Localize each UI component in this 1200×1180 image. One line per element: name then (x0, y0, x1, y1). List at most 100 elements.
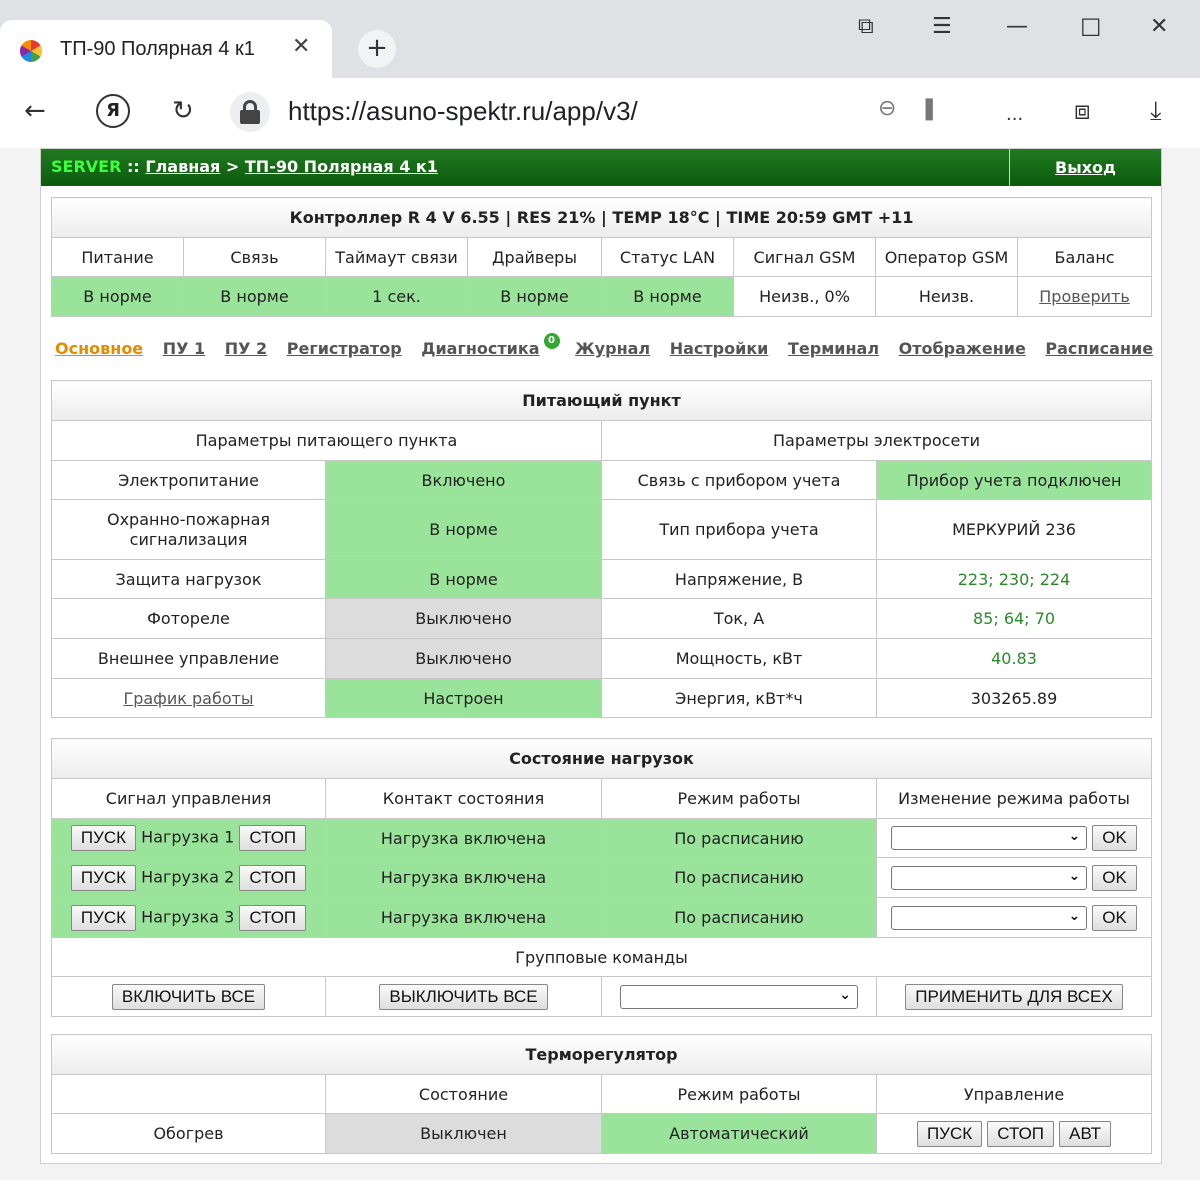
tab-diagnostics[interactable]: Диагностика (421, 339, 539, 358)
load-contact: Нагрузка включена (325, 818, 602, 858)
all-on-button[interactable]: ВКЛЮЧИТЬ ВСЕ (111, 983, 266, 1010)
tabs-collection-icon[interactable]: ⧉ (858, 14, 874, 39)
thermo-col-empty (51, 1074, 326, 1114)
gsm-signal-value: Неизв., 0% (733, 276, 876, 317)
col-gsm-signal: Сигнал GSM (733, 237, 876, 277)
back-arrow-icon[interactable]: ← (24, 96, 46, 126)
tab-title: ТП-90 Полярная 4 к1 (60, 38, 255, 60)
grid-param-label: Энергия, кВт*ч (601, 678, 877, 718)
load-mode: По расписанию (601, 857, 877, 898)
tab-display[interactable]: Отображение (899, 339, 1026, 358)
drivers-value: В норме (467, 276, 602, 317)
tab-schedule[interactable]: Расписание (1045, 339, 1153, 358)
timeout-value: 1 сек. (325, 276, 468, 317)
col-balance: Баланс (1016, 237, 1153, 277)
group-mode-select[interactable]: ⌄ (620, 984, 858, 1009)
grid-param-value: 40.83 (875, 638, 1153, 679)
col-link: Связь (183, 237, 326, 277)
download-icon[interactable]: ⤓ (1150, 96, 1162, 127)
tab-meter-2[interactable]: ПУ 2 (225, 339, 267, 358)
apply-all-button[interactable]: ПРИМЕНИТЬ ДЛЯ ВСЕХ (905, 983, 1123, 1010)
tab-journal[interactable]: Журнал (575, 339, 650, 358)
col-power: Питание (51, 237, 184, 277)
tab-recorder[interactable]: Регистратор (287, 339, 402, 358)
chevron-down-icon: ⌄ (1068, 828, 1081, 844)
col-mode-change: Изменение режима работы (876, 778, 1152, 819)
window-close-icon[interactable]: ✕ (1150, 14, 1168, 39)
grid-param-value: Прибор учета подключен (875, 460, 1153, 500)
loads-table: Состояние нагрузок Сигнал управления Кон… (51, 738, 1152, 1017)
breadcrumb-current-link[interactable]: ТП-90 Полярная 4 к1 (245, 157, 438, 176)
extensions-icon[interactable]: ⧈ (1074, 96, 1091, 127)
load-stop-button[interactable]: СТОП (239, 825, 307, 851)
tab-settings[interactable]: Настройки (670, 339, 769, 358)
grid-param-value: 223; 230; 224 (875, 559, 1153, 599)
reload-icon[interactable]: ↻ (172, 96, 194, 126)
check-balance-link[interactable]: Проверить (1039, 287, 1130, 306)
chevron-down-icon: ⌄ (839, 986, 851, 1003)
minimize-icon[interactable]: — (1006, 14, 1028, 39)
load-mode: По расписанию (601, 818, 877, 858)
yandex-icon[interactable]: Я (96, 94, 130, 128)
maximize-icon[interactable]: ☐ (1080, 14, 1102, 42)
hamburger-menu-icon[interactable]: ☰ (932, 14, 952, 39)
feeder-param-value: Настроен (325, 678, 602, 718)
chat-icon[interactable]: ⊖ (878, 96, 896, 121)
grid-param-value: МЕРКУРИЙ 236 (875, 499, 1153, 560)
controller-title: Контроллер R 4 V 6.55 | RES 21% | TEMP 1… (50, 197, 1153, 238)
breadcrumb-home-link[interactable]: Главная (145, 157, 220, 176)
diagnostics-badge: 0 (543, 333, 560, 349)
thermo-auto-button[interactable]: АВТ (1059, 1120, 1112, 1147)
logout-link[interactable]: Выход (1009, 149, 1161, 186)
grid-param-value: 303265.89 (875, 678, 1153, 718)
load-contact: Нагрузка включена (325, 897, 602, 938)
thermo-start-button[interactable]: ПУСК (916, 1120, 983, 1147)
tab-meter-1[interactable]: ПУ 1 (163, 339, 205, 358)
address-bar: ← Я ↻ https://asuno-spektr.ru/app/v3/ ⊖ … (0, 78, 1200, 148)
new-tab-icon[interactable]: + (358, 30, 396, 68)
feeder-param-label: Фотореле (51, 598, 326, 639)
load-start-button[interactable]: ПУСК (70, 904, 137, 931)
section-tabs: Основное ПУ 1 ПУ 2 Регистратор Диагности… (55, 333, 1167, 358)
feeder-param-value: Выключено (325, 598, 602, 639)
top-navigation-bar: SERVER :: Главная > ТП-90 Полярная 4 к1 … (41, 149, 1161, 186)
col-mode: Режим работы (601, 778, 877, 819)
table-row: ПУСК Нагрузка 2 СТОП Нагрузка включена П… (51, 857, 1152, 898)
thermo-title: Терморегулятор (50, 1034, 1153, 1075)
mode-select[interactable]: ⌄ (891, 865, 1088, 890)
thermo-col-state: Состояние (325, 1074, 602, 1114)
feeder-left-header: Параметры питающего пункта (51, 420, 602, 461)
more-menu[interactable]: ... (1006, 104, 1023, 125)
load-start-button[interactable]: ПУСК (70, 825, 137, 851)
bookmark-icon[interactable]: ❚ (920, 96, 938, 121)
load-stop-button[interactable]: СТОП (239, 904, 307, 931)
ok-button[interactable]: OK (1092, 904, 1137, 931)
tab-main[interactable]: Основное (55, 339, 143, 358)
load-start-button[interactable]: ПУСК (70, 864, 137, 891)
ok-button[interactable]: OK (1092, 825, 1137, 851)
breadcrumb-separator: :: (126, 157, 140, 176)
col-control-signal: Сигнал управления (51, 778, 326, 819)
mode-select[interactable]: ⌄ (891, 826, 1088, 850)
tab-terminal[interactable]: Терминал (788, 339, 879, 358)
thermo-mode: Автоматический (601, 1113, 877, 1154)
thermo-name: Обогрев (51, 1113, 326, 1154)
load-stop-button[interactable]: СТОП (239, 864, 307, 891)
mode-select[interactable]: ⌄ (891, 905, 1088, 930)
lock-icon[interactable] (230, 92, 270, 132)
all-off-button[interactable]: ВЫКЛЮЧИТЬ ВСЕ (379, 983, 548, 1010)
browser-tab[interactable]: ТП-90 Полярная 4 к1 ✕ (0, 20, 332, 78)
feeder-param-label: Защита нагрузок (51, 559, 326, 599)
tab-close-icon[interactable]: ✕ (292, 34, 310, 59)
browser-tab-bar: ТП-90 Полярная 4 к1 ✕ + ⧉ ☰ — ☐ ✕ (0, 0, 1200, 78)
schedule-link[interactable]: График работы (123, 689, 253, 708)
thermo-stop-button[interactable]: СТОП (987, 1120, 1055, 1147)
ok-button[interactable]: OK (1092, 864, 1137, 891)
feeder-param-label: Охранно-пожарная сигнализация (51, 499, 326, 560)
url-text[interactable]: https://asuno-spektr.ru/app/v3/ (288, 96, 638, 127)
controller-status-table: Контроллер R 4 V 6.55 | RES 21% | TEMP 1… (50, 197, 1153, 317)
breadcrumb-arrow: > (225, 157, 240, 176)
thermo-state: Выключен (325, 1113, 602, 1154)
feeder-param-value: Выключено (325, 638, 602, 679)
col-lan: Статус LAN (601, 237, 734, 277)
